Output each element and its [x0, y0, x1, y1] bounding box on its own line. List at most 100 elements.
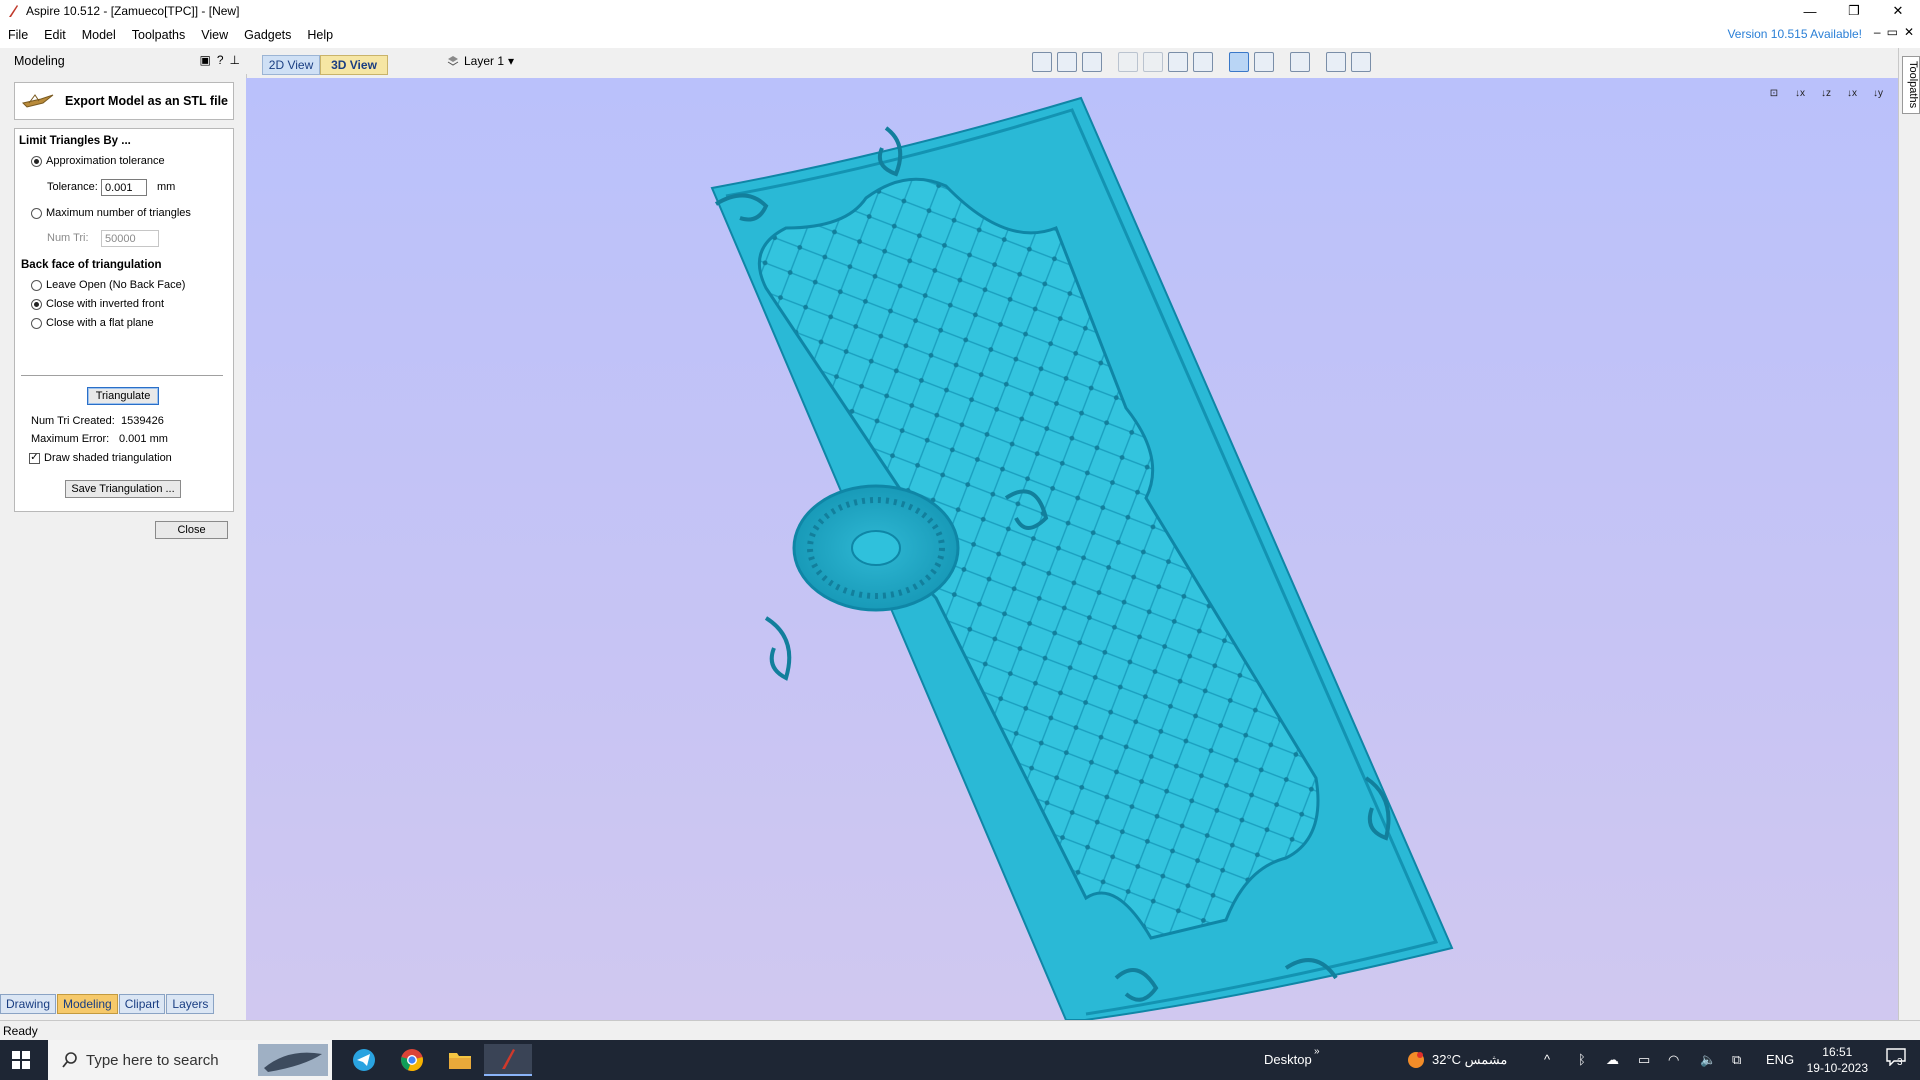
menu-edit[interactable]: Edit	[36, 28, 74, 42]
export-stl-icon	[22, 94, 54, 108]
display-icon[interactable]: ⧉	[1732, 1052, 1741, 1068]
panel-auto-hide-icon[interactable]: ▣	[200, 53, 211, 67]
volume-icon[interactable]: 🔈	[1700, 1052, 1716, 1068]
draw-shaded-checkbox[interactable]: ✓	[29, 452, 40, 464]
tolerance-unit: mm	[157, 181, 176, 193]
close-button[interactable]: Close	[155, 521, 228, 539]
battery-icon[interactable]: ▭	[1638, 1052, 1650, 1068]
pan-icon[interactable]	[1118, 52, 1138, 72]
view-tool-icons	[1032, 52, 1371, 72]
tab-layers[interactable]: Layers	[166, 994, 215, 1014]
zoom-extents-icon[interactable]	[1032, 52, 1052, 72]
show-model-icon[interactable]	[1229, 52, 1249, 72]
stl-options-form: Limit Triangles By ... Approximation tol…	[14, 128, 234, 512]
doc-minimize-button[interactable]: –	[1874, 25, 1881, 39]
show-hidden-icons-icon[interactable]: ^	[1544, 1052, 1550, 1067]
triangulate-button[interactable]: Triangulate	[87, 387, 159, 405]
aspire-taskbar-app[interactable]	[484, 1044, 532, 1076]
close-inverted-option[interactable]: Close with inverted front	[31, 298, 164, 310]
minimize-button[interactable]: —	[1788, 0, 1832, 22]
onedrive-icon[interactable]: ☁	[1606, 1052, 1619, 1068]
language-indicator[interactable]: ENG	[1766, 1052, 1794, 1067]
wifi-icon[interactable]: ◠	[1668, 1052, 1679, 1068]
tab-2d-view[interactable]: 2D View	[262, 55, 320, 75]
pin-icon[interactable]: ⊥	[230, 53, 240, 67]
backface-section-heading: Back face of triangulation	[21, 259, 162, 271]
doc-close-button[interactable]: ✕	[1904, 25, 1914, 39]
tab-drawing[interactable]: Drawing	[0, 994, 57, 1014]
shade-model-icon[interactable]	[1254, 52, 1274, 72]
title-bar: Aspire 10.512 - [Zamueco[TPC]] - [New] —…	[0, 0, 1920, 22]
zoom-out-icon[interactable]	[1168, 52, 1188, 72]
export-title: Export Model as an STL file	[65, 94, 228, 108]
chevron-down-icon: ▾	[508, 54, 515, 68]
export-header: Export Model as an STL file	[14, 82, 234, 120]
restore-button[interactable]: ❐	[1832, 0, 1876, 22]
search-icon	[62, 1052, 77, 1068]
tab-clipart[interactable]: Clipart	[118, 994, 166, 1014]
leave-open-radio[interactable]	[31, 279, 42, 291]
zoom-selection-icon[interactable]	[1057, 52, 1077, 72]
version-available-link[interactable]: Version 10.515 Available!	[1727, 27, 1862, 41]
leave-open-label: Leave Open (No Back Face)	[46, 279, 186, 291]
bluetooth-icon[interactable]: ᛒ	[1578, 1052, 1586, 1067]
chevron-right-icon[interactable]: »	[1314, 1046, 1320, 1057]
close-inverted-radio[interactable]	[31, 298, 42, 310]
tab-modeling[interactable]: Modeling	[57, 994, 118, 1014]
max-triangles-option[interactable]: Maximum number of triangles	[31, 207, 191, 219]
save-triangulation-button[interactable]: Save Triangulation ...	[65, 480, 181, 498]
menu-gadgets[interactable]: Gadgets	[236, 28, 299, 42]
approx-tolerance-option[interactable]: Approximation tolerance	[31, 155, 165, 167]
desktop-toolbar-label[interactable]: Desktop	[1264, 1052, 1312, 1067]
chrome-app[interactable]	[396, 1044, 428, 1076]
help-icon[interactable]: ?	[217, 53, 224, 67]
document-controls: – ▭ ✕	[1874, 25, 1914, 39]
close-flat-option[interactable]: Close with a flat plane	[31, 317, 154, 329]
layer-selector[interactable]: Layer 1 ▾	[446, 54, 514, 68]
clock[interactable]: 16:51 19-10-2023	[1807, 1044, 1868, 1076]
draw-shaded-option[interactable]: ✓ Draw shaded triangulation	[29, 452, 172, 464]
tab-3d-view[interactable]: 3D View	[320, 55, 388, 75]
split-vertical-icon[interactable]	[1351, 52, 1371, 72]
tolerance-input[interactable]: 0.001	[101, 179, 147, 196]
telegram-app[interactable]	[348, 1044, 380, 1076]
menu-view[interactable]: View	[193, 28, 236, 42]
leave-open-option[interactable]: Leave Open (No Back Face)	[31, 279, 185, 291]
max-triangles-radio[interactable]	[31, 207, 42, 219]
layer-icon	[447, 56, 459, 66]
approx-tolerance-radio[interactable]	[31, 155, 42, 167]
close-window-button[interactable]: ✕	[1876, 0, 1920, 22]
taskbar-search-box[interactable]: Type here to search	[48, 1040, 332, 1080]
draw-shaded-label: Draw shaded triangulation	[44, 452, 172, 464]
windows-start-icon[interactable]	[12, 1051, 30, 1069]
lighting-icon[interactable]	[1290, 52, 1310, 72]
menu-help[interactable]: Help	[299, 28, 341, 42]
limit-section-heading: Limit Triangles By ...	[19, 135, 131, 147]
divider	[21, 375, 223, 376]
num-tri-input[interactable]: 50000	[101, 230, 159, 247]
taskbar: Type here to search Desktop » 32°C مشمس …	[0, 1040, 1920, 1080]
max-error-value: 0.001 mm	[119, 433, 168, 445]
split-horizontal-icon[interactable]	[1326, 52, 1346, 72]
doc-restore-button[interactable]: ▭	[1887, 25, 1898, 39]
grid-icon[interactable]	[1082, 52, 1102, 72]
3d-viewport[interactable]: ⊡ ↓x ↓z ↓x ↓y	[246, 78, 1898, 1020]
file-explorer-app[interactable]	[444, 1044, 476, 1076]
toolpaths-tab[interactable]: Toolpaths	[1902, 56, 1920, 114]
panel-header-icons: ▣ ? ⊥	[200, 53, 240, 67]
zoom-box-icon[interactable]	[1193, 52, 1213, 72]
notification-count: 3	[1897, 1057, 1903, 1068]
modeling-panel: Export Model as an STL file Limit Triang…	[0, 74, 247, 1020]
weather-icon[interactable]	[1406, 1050, 1426, 1070]
zoom-in-icon[interactable]	[1143, 52, 1163, 72]
status-bar: Ready	[0, 1020, 1920, 1041]
panel-header: Modeling ▣ ? ⊥	[0, 48, 246, 74]
notification-center[interactable]: 3	[1886, 1048, 1910, 1072]
close-flat-radio[interactable]	[31, 317, 42, 329]
menu-model[interactable]: Model	[74, 28, 124, 42]
panel-tabs: Drawing Modeling Clipart Layers	[0, 994, 215, 1014]
close-inverted-label: Close with inverted front	[46, 298, 164, 310]
weather-text[interactable]: 32°C مشمس	[1432, 1052, 1507, 1068]
menu-file[interactable]: File	[0, 28, 36, 42]
menu-toolpaths[interactable]: Toolpaths	[124, 28, 194, 42]
